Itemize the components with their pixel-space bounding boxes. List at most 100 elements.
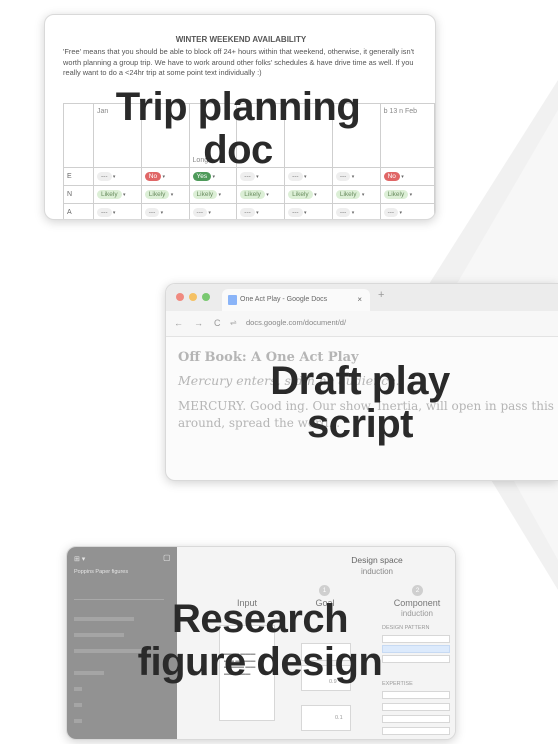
availability-cell[interactable]: --- ▾ [140, 203, 190, 219]
new-tab-icon[interactable]: + [378, 289, 384, 301]
maximize-window-dot[interactable] [202, 293, 210, 301]
availability-pill[interactable]: No [144, 172, 162, 181]
dropdown-caret-icon[interactable]: ▾ [112, 174, 116, 180]
availability-cell[interactable]: Likely ▾ [236, 185, 286, 204]
browser-titlebar: One Act Play - Google Docs × + [166, 284, 558, 311]
forward-arrow-icon[interactable]: → [194, 318, 203, 328]
research-overlay-title-line1: Research [171, 597, 349, 641]
dropdown-caret-icon[interactable]: ▾ [207, 210, 211, 216]
availability-pill[interactable]: Likely [335, 190, 361, 199]
availability-pill[interactable]: --- [335, 172, 351, 181]
table-row: A --- ▾ --- ▾ --- ▾ --- ▾ --- ▾ --- ▾ --- ▾ [63, 203, 435, 219]
score-b: 0.1 [335, 715, 343, 721]
design-space-title: Design space [351, 555, 403, 565]
dropdown-caret-icon[interactable]: ▾ [255, 210, 259, 216]
column-header: b 13 n Feb [379, 103, 435, 168]
dropdown-caret-icon[interactable]: ▾ [122, 192, 126, 198]
play-overlay-title: Draft play script [230, 359, 490, 447]
dropdown-caret-icon[interactable]: ▾ [211, 174, 216, 180]
availability-pill[interactable]: --- [383, 208, 399, 217]
availability-cell[interactable]: Likely ▾ [188, 185, 238, 204]
availability-pill[interactable]: Likely [144, 190, 170, 199]
dropdown-caret-icon[interactable]: ▾ [360, 192, 365, 198]
expertise-row [382, 703, 450, 711]
research-overlay-title: Research figure design [100, 597, 420, 685]
availability-cell[interactable]: Likely ▾ [284, 185, 333, 204]
availability-pill[interactable]: --- [97, 172, 112, 181]
dropdown-caret-icon[interactable]: ▾ [400, 174, 404, 180]
tab-title: One Act Play - Google Docs [240, 296, 328, 303]
availability-pill[interactable]: --- [240, 172, 255, 181]
availability-pill[interactable]: --- [192, 208, 208, 217]
trip-overlay-title-text: Trip planning doc [115, 85, 361, 173]
dropdown-caret-icon[interactable]: ▾ [350, 174, 355, 180]
availability-cell[interactable]: --- ▾ [93, 203, 142, 219]
dropdown-caret-icon[interactable]: ▾ [255, 174, 259, 180]
availability-cell[interactable]: --- ▾ [331, 203, 381, 219]
person-cell: N [63, 185, 94, 204]
close-window-dot[interactable] [176, 293, 184, 301]
url-field[interactable]: docs.google.com/document/d/ [246, 318, 346, 327]
dropdown-caret-icon[interactable]: ▾ [217, 192, 222, 198]
availability-pill[interactable]: --- [240, 208, 255, 217]
availability-pill[interactable]: --- [335, 208, 351, 217]
availability-pill[interactable]: Yes [192, 172, 212, 181]
availability-cell[interactable]: --- ▾ [379, 203, 435, 219]
sidebar-row [74, 687, 82, 691]
site-settings-icon[interactable]: ⇌ [230, 318, 237, 327]
expertise-row [382, 715, 450, 723]
dropdown-caret-icon[interactable]: ▾ [398, 210, 402, 216]
trip-doc-note: 'Free' means that you should be able to … [63, 47, 415, 78]
menu-icon[interactable]: ⊞ ▾ [74, 555, 85, 563]
availability-cell[interactable]: --- ▾ [284, 203, 333, 219]
dropdown-caret-icon[interactable]: ▾ [159, 210, 164, 216]
sidebar-row [74, 703, 82, 707]
dropdown-caret-icon[interactable]: ▾ [265, 192, 269, 198]
dropdown-caret-icon[interactable]: ▾ [303, 210, 307, 216]
person-cell: A [63, 203, 94, 219]
availability-cell[interactable]: Likely ▾ [140, 185, 190, 204]
availability-cell[interactable]: Likely ▾ [93, 185, 142, 204]
minimize-window-dot[interactable] [189, 293, 197, 301]
play-overlay-title-line1: Draft play [270, 359, 450, 403]
availability-pill[interactable]: --- [288, 172, 303, 181]
dropdown-caret-icon[interactable]: ▾ [112, 210, 116, 216]
availability-pill[interactable]: Likely [97, 190, 122, 199]
tab-close-icon[interactable]: × [357, 289, 362, 311]
table-row: N Likely ▾ Likely ▾ Likely ▾ Likely ▾ Likely … [63, 185, 435, 204]
step-number-badge: 2 [412, 585, 423, 596]
dropdown-caret-icon[interactable]: ▾ [313, 192, 317, 198]
trip-overlay-title: Trip planning doc [88, 85, 388, 173]
sidebar-row [74, 719, 82, 723]
availability-pill[interactable]: --- [144, 208, 160, 217]
browser-tab[interactable]: One Act Play - Google Docs × [222, 289, 370, 311]
address-bar: ← → C ⇌ docs.google.com/document/d/ [166, 311, 558, 337]
step-number-badge: 1 [319, 585, 330, 596]
availability-pill[interactable]: Likely [192, 190, 218, 199]
availability-cell[interactable]: No ▾ [379, 167, 435, 186]
availability-cell[interactable]: Likely ▾ [379, 185, 435, 204]
availability-pill[interactable]: Likely [288, 190, 313, 199]
goal-box [301, 705, 351, 731]
dropdown-caret-icon[interactable]: ▾ [303, 174, 307, 180]
availability-pill[interactable]: --- [288, 208, 303, 217]
availability-cell[interactable]: --- ▾ [236, 203, 286, 219]
availability-pill[interactable]: --- [97, 208, 112, 217]
research-overlay-title-line2: figure design [137, 640, 383, 685]
back-arrow-icon[interactable]: ← [174, 318, 183, 328]
dropdown-caret-icon[interactable]: ▾ [408, 192, 413, 198]
availability-cell[interactable]: --- ▾ [188, 203, 238, 219]
availability-pill[interactable]: Likely [383, 190, 409, 199]
panel-toggle-icon[interactable]: ▢ [163, 553, 171, 562]
dropdown-caret-icon[interactable]: ▾ [350, 210, 355, 216]
play-overlay-title-line2: script [307, 402, 413, 447]
availability-pill[interactable]: Likely [240, 190, 265, 199]
availability-cell[interactable]: Likely ▾ [331, 185, 381, 204]
sidebar-file-title: Poppins Paper figures [74, 569, 129, 575]
reload-icon[interactable]: C [214, 318, 221, 328]
dropdown-caret-icon[interactable]: ▾ [161, 174, 165, 180]
design-space-subtitle: induction [360, 567, 394, 576]
dropdown-caret-icon[interactable]: ▾ [169, 192, 174, 198]
availability-pill[interactable]: No [383, 172, 400, 181]
docs-favicon-icon [228, 295, 237, 305]
